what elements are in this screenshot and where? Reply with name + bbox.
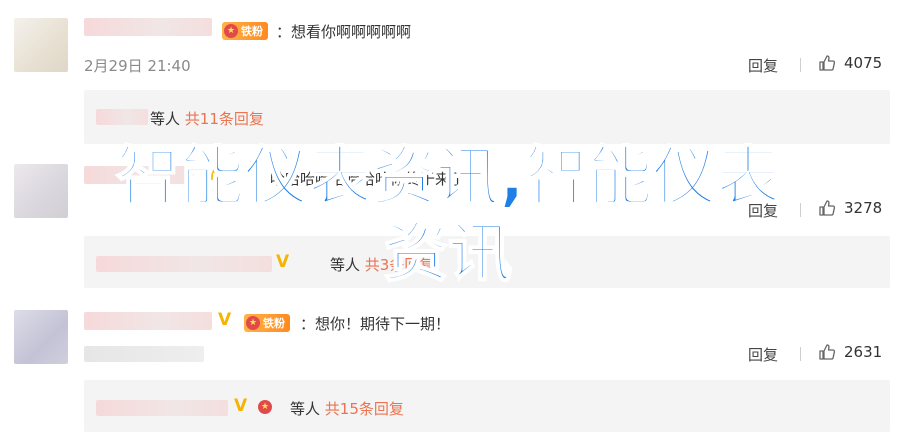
- username-blurred[interactable]: [84, 312, 212, 330]
- verified-v-icon: V: [218, 310, 232, 330]
- verified-v-icon: V: [234, 396, 248, 416]
- replies-count-link[interactable]: 共11条回复: [185, 110, 264, 128]
- thumbs-up-icon: [819, 344, 836, 360]
- avatar[interactable]: [14, 18, 68, 72]
- comment-text: ：想你！期待下一期！: [300, 315, 451, 333]
- replies-who: 等人: [290, 400, 321, 418]
- comment-date-blurred: [84, 346, 204, 362]
- like-button[interactable]: 2631: [818, 343, 882, 361]
- replies-summary[interactable]: 等人 共11条回复: [150, 108, 264, 129]
- thumbs-up-icon: [819, 55, 836, 71]
- replies-who: 等人: [150, 110, 181, 128]
- divider: [800, 58, 801, 72]
- like-button[interactable]: 4075: [818, 54, 882, 72]
- watermark-overlay: 智能仪表资讯,智能仪表 资讯: [18, 140, 878, 292]
- replier-names-blurred: [96, 400, 228, 416]
- avatar[interactable]: [14, 310, 68, 364]
- fan-badge: ★ 铁粉: [244, 314, 290, 332]
- like-count: 2631: [844, 343, 883, 361]
- reply-button[interactable]: 回复: [748, 55, 778, 76]
- like-count: 4075: [844, 54, 883, 72]
- fan-badge: ★ 铁粉: [222, 22, 268, 40]
- reply-button[interactable]: 回复: [748, 344, 778, 365]
- replies-box[interactable]: V ★ 等人 共15条回复: [84, 380, 890, 432]
- crown-icon: ★: [224, 24, 238, 38]
- replies-summary[interactable]: 等人 共15条回复: [290, 398, 404, 419]
- watermark-line-2: 资讯: [383, 216, 513, 292]
- divider: [800, 347, 801, 361]
- crown-icon: ★: [258, 400, 272, 414]
- comment-date: 2月29日 21:40: [84, 57, 191, 75]
- replier-names-blurred: [96, 109, 148, 125]
- replies-count-link[interactable]: 共15条回复: [325, 400, 404, 418]
- username-blurred[interactable]: [84, 18, 212, 36]
- crown-icon: ★: [246, 316, 260, 330]
- fan-badge-label: 铁粉: [241, 25, 263, 38]
- comment-text: ：想看你啊啊啊啊啊: [276, 23, 412, 41]
- watermark-line-1: 智能仪表资讯,智能仪表: [115, 140, 781, 216]
- replies-box[interactable]: 等人 共11条回复: [84, 90, 890, 144]
- fan-badge-label: 铁粉: [263, 317, 285, 330]
